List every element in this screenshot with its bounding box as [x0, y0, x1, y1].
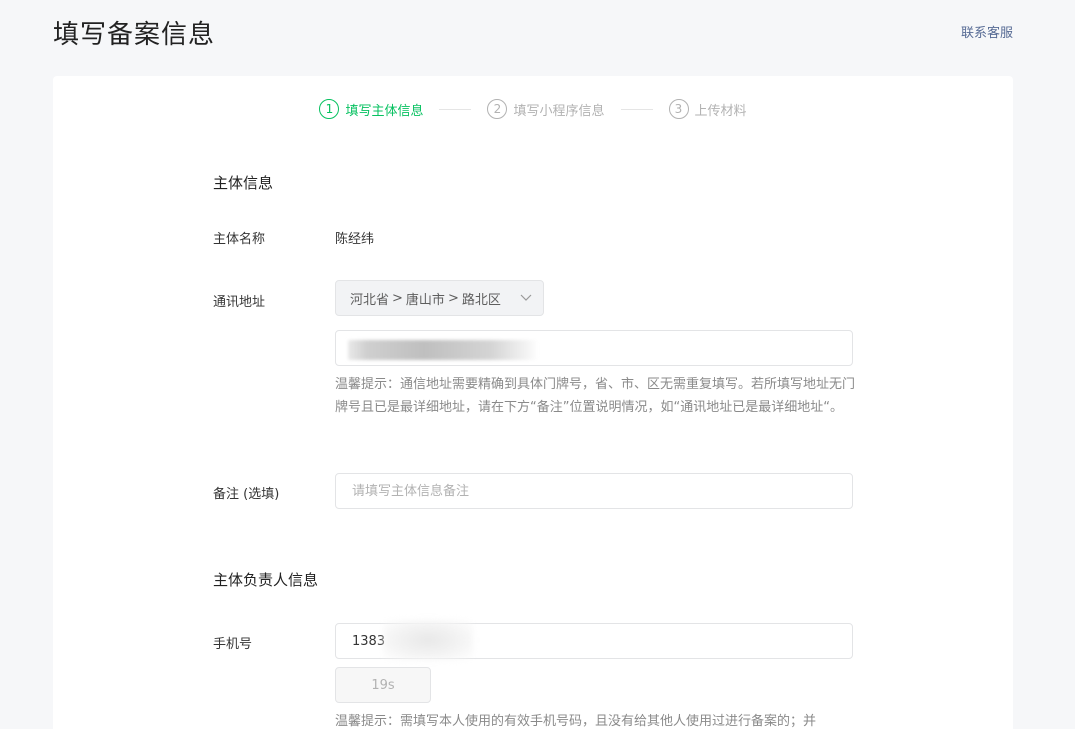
remark-label: 备注 (选填) — [213, 487, 280, 502]
redacted-phone — [383, 620, 473, 660]
step-1-number: 1 — [319, 99, 340, 119]
step-2: 2 填写小程序信息 — [487, 99, 605, 119]
phone-hint: 温馨提示：需填写本人使用的有效手机号码，且没有给其他人使用过进行备案的；并 — [335, 714, 817, 729]
region-city: 唐山市 — [405, 292, 445, 308]
step-3-label: 上传材料 — [694, 103, 747, 119]
step-divider — [620, 108, 653, 110]
step-2-label: 填写小程序信息 — [513, 103, 605, 119]
form-card: 1 填写主体信息 2 填写小程序信息 3 上传材料 主体信息 主体名称 陈经纬 … — [53, 76, 1013, 729]
region-select[interactable]: 河北省 > 唐山市 > 路北区 — [335, 280, 544, 316]
page-title: 填写备案信息 — [53, 20, 216, 50]
verification-code-button[interactable]: 19s — [335, 667, 431, 703]
contact-support-link[interactable]: 联系客服 — [961, 22, 1013, 41]
region-separator: > — [447, 290, 459, 306]
step-divider — [439, 108, 472, 110]
subject-name-value: 陈经纬 — [335, 232, 375, 247]
chevron-down-icon — [520, 294, 532, 301]
stepper: 1 填写主体信息 2 填写小程序信息 3 上传材料 — [53, 99, 1013, 119]
redacted-address — [348, 340, 538, 360]
step-1-label: 填写主体信息 — [345, 103, 424, 119]
responsible-section-title: 主体负责人信息 — [213, 571, 319, 589]
page: 填写备案信息 联系客服 1 填写主体信息 2 填写小程序信息 3 上传材料 主体… — [0, 0, 1075, 729]
remark-input[interactable] — [335, 473, 853, 509]
region-district: 路北区 — [461, 292, 501, 308]
step-3: 3 上传材料 — [668, 99, 747, 119]
region-province: 河北省 — [350, 292, 390, 308]
region-separator: > — [392, 290, 403, 306]
address-hint: 温馨提示：通信地址需要精确到具体门牌号，省、市、区无需重复填写。若所填写地址无门… — [335, 377, 856, 415]
phone-label: 手机号 — [213, 637, 253, 652]
step-3-number: 3 — [668, 99, 689, 119]
step-2-number: 2 — [487, 99, 508, 119]
subject-name-label: 主体名称 — [213, 232, 266, 247]
step-1: 1 填写主体信息 — [319, 99, 423, 119]
subject-section-title: 主体信息 — [213, 174, 274, 192]
address-label: 通讯地址 — [213, 295, 266, 310]
